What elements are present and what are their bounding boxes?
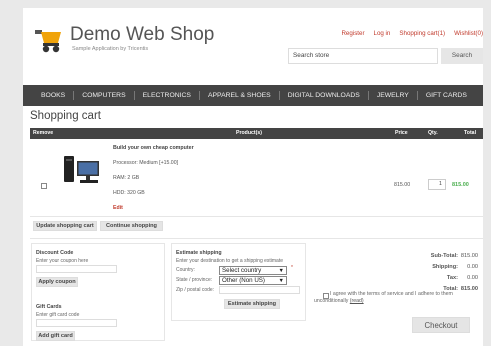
- page-container: Demo Web Shop Sample Application by Tric…: [23, 8, 483, 346]
- menu-separator: [133, 91, 135, 100]
- menu-item-apparel-shoes[interactable]: APPAREL & SHOES: [202, 92, 277, 99]
- state-select[interactable]: Other (Non US) ▼: [219, 276, 287, 285]
- zip-label: Zip / postal code:: [176, 287, 215, 293]
- section-divider: [30, 238, 483, 239]
- product-name-link[interactable]: Build your own cheap computer: [113, 145, 194, 151]
- shopping-cart-icon[interactable]: [35, 25, 69, 55]
- login-link[interactable]: Log in: [374, 30, 391, 37]
- menu-separator: [367, 91, 369, 100]
- menu-separator: [278, 91, 280, 100]
- top-menu: BOOKS COMPUTERS ELECTRONICS APPAREL & SH…: [23, 85, 483, 106]
- product-attribute-hdd: HDD: 320 GB: [113, 190, 145, 196]
- line-total: 815.00: [452, 182, 469, 188]
- quantity-input[interactable]: 1: [428, 179, 446, 190]
- remove-checkbox[interactable]: [41, 183, 47, 189]
- menu-item-electronics[interactable]: ELECTRONICS: [137, 92, 197, 99]
- menu-item-books[interactable]: BOOKS: [35, 92, 71, 99]
- column-qty: Qty.: [428, 130, 438, 136]
- product-image[interactable]: [62, 153, 102, 187]
- tax-value: 0.00: [467, 275, 478, 281]
- page-title: Shopping cart: [30, 110, 101, 122]
- register-link[interactable]: Register: [341, 30, 364, 37]
- menu-item-computers[interactable]: COMPUTERS: [76, 92, 131, 99]
- column-price: Price: [395, 130, 408, 136]
- subtotal-label: Sub-Total:: [430, 253, 458, 259]
- logo-subtitle: Sample Application by Tricentis: [72, 46, 149, 52]
- state-select-value: Other (Non US): [222, 277, 265, 284]
- menu-item-gift-cards[interactable]: GIFT CARDS: [420, 92, 473, 99]
- terms-text-block: I agree with the terms of service and I …: [314, 291, 476, 305]
- header-links: Register Log in Shopping cart(1) Wishlis…: [341, 30, 483, 37]
- chevron-down-icon: ▼: [278, 268, 284, 274]
- apply-coupon-button[interactable]: Apply coupon: [36, 277, 78, 287]
- state-label: State / province:: [176, 277, 213, 283]
- unit-price: 815.00: [394, 182, 411, 188]
- estimate-shipping-hint: Enter your destination to get a shipping…: [176, 258, 284, 264]
- column-total: Total: [464, 130, 477, 136]
- menu-separator: [198, 91, 200, 100]
- add-gift-card-button[interactable]: Add gift card: [36, 331, 75, 341]
- shipping-value: 0.00: [467, 264, 478, 270]
- product-attribute-processor: Processor: Medium [+15.00]: [113, 160, 179, 166]
- subtotal-value: 815.00: [460, 253, 478, 259]
- search-button[interactable]: Search: [441, 48, 483, 64]
- product-attribute-ram: RAM: 2 GB: [113, 175, 140, 181]
- column-remove: Remove: [33, 130, 54, 136]
- gift-cards-hint: Enter gift card code: [36, 312, 80, 318]
- chevron-down-icon: ▼: [278, 278, 284, 284]
- continue-shopping-button[interactable]: Continue shopping: [100, 221, 163, 231]
- country-select-value: Select country: [222, 267, 262, 274]
- estimate-shipping-button[interactable]: Estimate shipping: [224, 299, 280, 309]
- discount-code-title: Discount Code: [36, 250, 74, 256]
- terms-read-link[interactable]: (read): [350, 298, 364, 304]
- logo-title[interactable]: Demo Web Shop: [70, 24, 214, 46]
- estimate-shipping-title: Estimate shipping: [176, 250, 222, 256]
- shopping-cart-link[interactable]: Shopping cart(1): [399, 30, 445, 37]
- wishlist-link[interactable]: Wishlist(0): [454, 30, 483, 37]
- menu-separator: [73, 91, 75, 100]
- shipping-label: Shipping:: [432, 264, 458, 270]
- checkout-button[interactable]: Checkout: [412, 317, 470, 333]
- country-select[interactable]: Select country ▼: [219, 266, 287, 275]
- zip-code-input[interactable]: [219, 286, 300, 294]
- gift-cards-title: Gift Cards: [36, 304, 62, 310]
- gift-card-code-input[interactable]: [36, 319, 117, 327]
- menu-separator: [416, 91, 418, 100]
- tax-label: Tax:: [446, 275, 458, 281]
- update-cart-button[interactable]: Update shopping cart: [33, 221, 97, 231]
- column-product: Product(s): [236, 130, 262, 136]
- menu-item-jewelry[interactable]: JEWELRY: [371, 92, 415, 99]
- cart-divider: [30, 216, 483, 217]
- menu-item-digital-downloads[interactable]: DIGITAL DOWNLOADS: [282, 92, 366, 99]
- cart-table-header: Remove Product(s) Price Qty. Total: [30, 128, 483, 139]
- edit-product-link[interactable]: Edit: [113, 205, 123, 211]
- country-label: Country:: [176, 267, 195, 273]
- required-marker: *: [291, 265, 293, 271]
- coupon-code-input[interactable]: [36, 265, 117, 273]
- terms-of-service-text: I agree with the terms of service and I …: [314, 291, 453, 304]
- discount-code-hint: Enter your coupon here: [36, 258, 89, 264]
- search-input[interactable]: Search store: [288, 48, 438, 64]
